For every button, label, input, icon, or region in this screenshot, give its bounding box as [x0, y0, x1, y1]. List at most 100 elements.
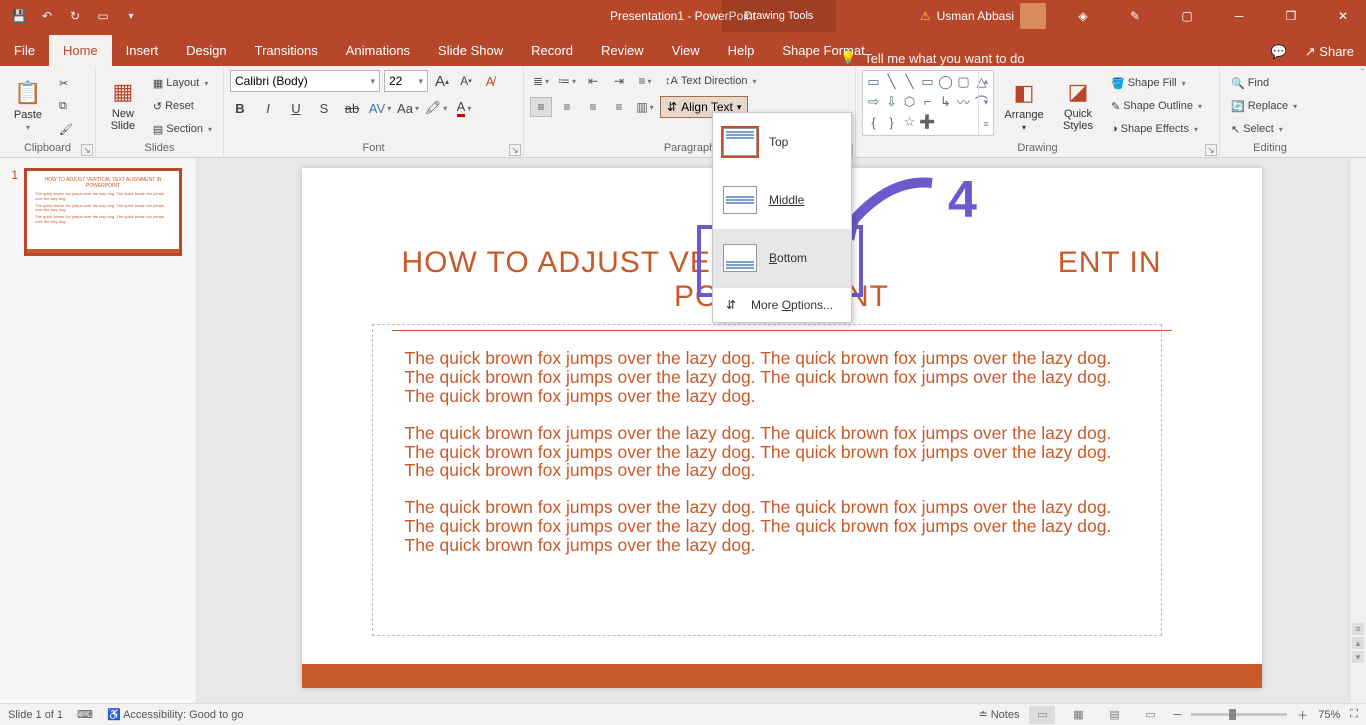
find-button[interactable]: 🔍Find — [1226, 72, 1302, 94]
shadow-button[interactable]: S — [314, 98, 334, 118]
normal-view-button[interactable]: ▭ — [1029, 706, 1055, 724]
shape-hex-icon[interactable]: ⬡ — [901, 93, 918, 110]
fit-window-button[interactable]: ⛶ — [1350, 708, 1358, 721]
zoom-level[interactable]: 75% — [1318, 709, 1340, 721]
columns-button[interactable]: ▥ — [634, 97, 656, 117]
scroll-up-icon[interactable]: ▴ — [1352, 637, 1364, 649]
copy-button[interactable]: ⧉ — [54, 95, 78, 117]
increase-font-button[interactable]: A▴ — [432, 71, 452, 91]
new-slide-button[interactable]: ▦ New Slide — [102, 70, 144, 140]
shape-rrect-icon[interactable]: ▢ — [955, 73, 972, 90]
align-center-button[interactable]: ≡ — [556, 97, 578, 117]
shape-brace2-icon[interactable]: } — [883, 114, 900, 131]
layout-button[interactable]: ▦Layout — [148, 72, 217, 94]
italic-button[interactable]: I — [258, 98, 278, 118]
shape-arrow-r-icon[interactable]: ⇨ — [865, 93, 882, 110]
slide-thumbnail-1[interactable]: 1 HOW TO ADJUST VERTICAL TEXT ALIGNMENT … — [6, 168, 190, 256]
drawing-dialog-launcher[interactable]: ↘ — [1205, 144, 1217, 156]
numbering-button[interactable]: ≔ — [556, 71, 578, 91]
slide-text-box[interactable]: The quick brown fox jumps over the lazy … — [372, 324, 1162, 636]
shape-rect-icon[interactable]: ▭ — [919, 73, 936, 90]
zoom-slider[interactable] — [1191, 713, 1287, 716]
change-case-button[interactable]: Aa — [398, 98, 418, 118]
tab-design[interactable]: Design — [172, 35, 240, 66]
align-text-middle[interactable]: Middle — [713, 171, 851, 229]
share-button[interactable]: ↗ Share — [1305, 44, 1354, 60]
redo-icon[interactable]: ↻ — [62, 3, 88, 29]
account-user[interactable]: ⚠ Usman Abbasi — [912, 3, 1054, 29]
restore-button[interactable]: ❐ — [1268, 0, 1314, 32]
reading-view-button[interactable]: ▤ — [1101, 706, 1127, 724]
tab-record[interactable]: Record — [517, 35, 587, 66]
shape-effects-button[interactable]: ◑Shape Effects — [1106, 118, 1207, 140]
font-size-combo[interactable]: 22▾ — [384, 70, 428, 92]
collapse-ribbon-icon[interactable]: ˇ — [1361, 68, 1364, 79]
strikethrough-button[interactable]: ab — [342, 98, 362, 118]
decrease-font-button[interactable]: A▾ — [456, 71, 476, 91]
underline-button[interactable]: U — [286, 98, 306, 118]
align-text-bottom[interactable]: Bottom — [713, 229, 851, 287]
font-name-combo[interactable]: Calibri (Body)▾ — [230, 70, 380, 92]
zoom-in-button[interactable]: ＋ — [1297, 707, 1308, 723]
comments-icon[interactable]: 💬 — [1271, 44, 1287, 60]
shape-l-icon[interactable]: ⌐ — [919, 93, 936, 110]
align-text-more-options[interactable]: ⇵ More Options... — [713, 288, 851, 322]
vertical-scrollbar[interactable]: ≡ ▴ ▾ — [1349, 158, 1366, 703]
clear-formatting-button[interactable]: A̸ — [480, 71, 500, 91]
shape-oval-icon[interactable]: ◯ — [937, 73, 954, 90]
ribbon-options-icon[interactable]: ▢ — [1164, 0, 1210, 32]
status-accessibility[interactable]: ♿ Accessibility: Good to go — [107, 708, 244, 721]
qat-more-icon[interactable]: ▾ — [118, 3, 144, 29]
notes-button[interactable]: ≐ Notes — [978, 708, 1019, 721]
tab-transitions[interactable]: Transitions — [241, 35, 332, 66]
paste-button[interactable]: 📋 Paste ▾ — [6, 70, 50, 140]
tab-file[interactable]: File — [0, 35, 49, 66]
shape-brace-icon[interactable]: { — [865, 114, 882, 131]
shape-curve-icon[interactable]: 〰 — [955, 93, 972, 110]
shape-plus-icon[interactable]: ➕ — [919, 114, 936, 131]
quick-styles-button[interactable]: ◪ Quick Styles — [1054, 70, 1102, 140]
shapes-gallery[interactable]: ▭ ╲ ╲ ▭ ◯ ▢ △ ⇨ ⇩ ⬡ ⌐ ↳ 〰 ⌒ { } ☆ ➕ ▴▾≡ — [862, 70, 994, 136]
tab-home[interactable]: Home — [49, 35, 112, 66]
shape-arrow-d-icon[interactable]: ⇩ — [883, 93, 900, 110]
zoom-out-button[interactable]: ─ — [1173, 709, 1181, 721]
shape-line2-icon[interactable]: ╲ — [901, 73, 918, 90]
tab-help[interactable]: Help — [714, 35, 769, 66]
bullets-button[interactable]: ≣ — [530, 71, 552, 91]
diamond-icon[interactable]: ◈ — [1060, 0, 1106, 32]
line-spacing-button[interactable]: ≡ — [634, 71, 656, 91]
tab-view[interactable]: View — [658, 35, 714, 66]
shape-star-icon[interactable]: ☆ — [901, 114, 918, 131]
cut-button[interactable]: ✂ — [54, 72, 78, 94]
shapes-scroll[interactable]: ▴▾≡ — [978, 71, 993, 135]
clipboard-dialog-launcher[interactable]: ↘ — [81, 144, 93, 156]
font-dialog-launcher[interactable]: ↘ — [509, 144, 521, 156]
bold-button[interactable]: B — [230, 98, 250, 118]
slideshow-view-button[interactable]: ▭ — [1137, 706, 1163, 724]
section-button[interactable]: ▤Section — [148, 118, 217, 140]
align-left-button[interactable]: ≡ — [530, 97, 552, 117]
char-spacing-button[interactable]: AV — [370, 98, 390, 118]
tab-insert[interactable]: Insert — [112, 35, 173, 66]
tab-slideshow[interactable]: Slide Show — [424, 35, 517, 66]
text-direction-button[interactable]: ↕AText Direction — [660, 70, 762, 92]
status-language-icon[interactable]: ⌨ — [77, 708, 93, 721]
magic-icon[interactable]: ✎ — [1112, 0, 1158, 32]
tab-animations[interactable]: Animations — [332, 35, 424, 66]
scroll-down-icon[interactable]: ▾ — [1352, 651, 1364, 663]
decrease-indent-button[interactable]: ⇤ — [582, 71, 604, 91]
justify-button[interactable]: ≡ — [608, 97, 630, 117]
sorter-view-button[interactable]: ▦ — [1065, 706, 1091, 724]
close-button[interactable]: ✕ — [1320, 0, 1366, 32]
minimize-button[interactable]: ─ — [1216, 0, 1262, 32]
present-icon[interactable]: ▭ — [90, 3, 116, 29]
replace-button[interactable]: 🔄Replace — [1226, 95, 1302, 117]
undo-icon[interactable]: ↶ — [34, 3, 60, 29]
reset-button[interactable]: ↺Reset — [148, 95, 217, 117]
tab-review[interactable]: Review — [587, 35, 658, 66]
tell-me-search[interactable]: 💡 Tell me what you want to do — [840, 50, 1025, 66]
select-button[interactable]: ↖Select — [1226, 118, 1302, 140]
arrange-button[interactable]: ◧ Arrange▾ — [998, 70, 1050, 140]
increase-indent-button[interactable]: ⇥ — [608, 71, 630, 91]
shape-outline-button[interactable]: ✎Shape Outline — [1106, 95, 1207, 117]
